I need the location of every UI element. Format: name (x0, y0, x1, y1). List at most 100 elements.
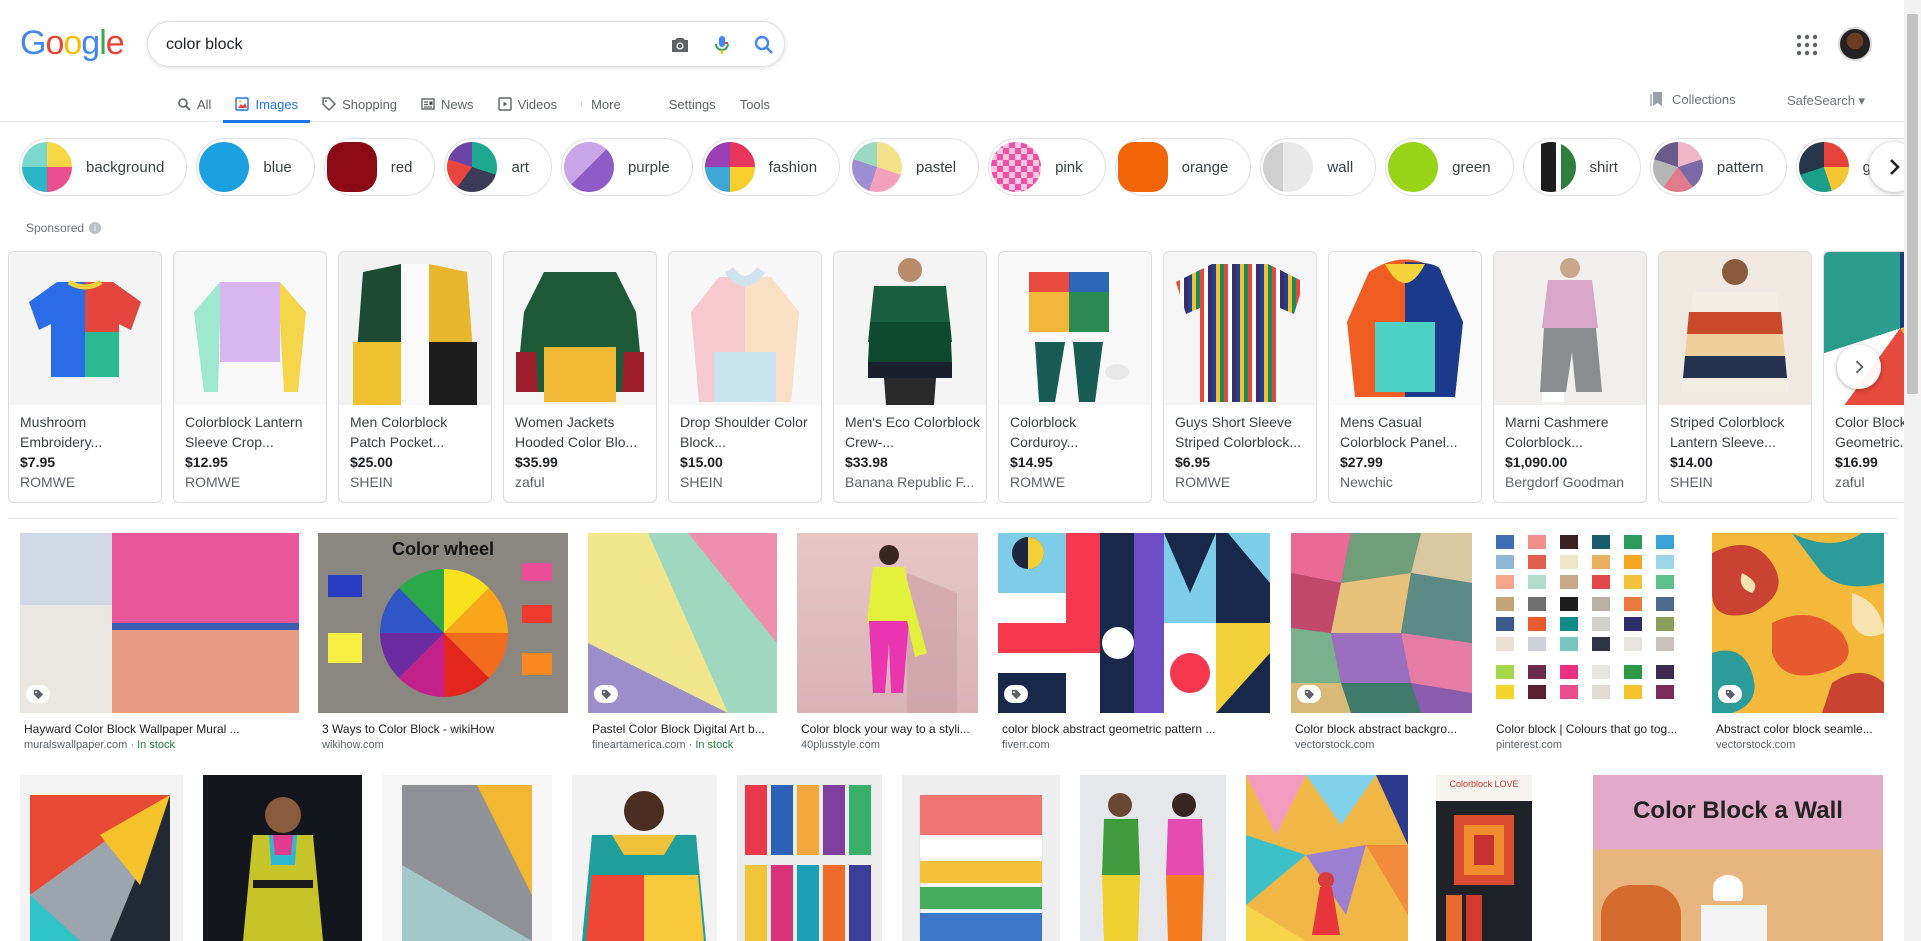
chip-orange[interactable]: orange (1114, 138, 1252, 196)
product-card[interactable]: Women Jackets Hooded Color Blo... $35.99… (503, 251, 657, 503)
camera-icon[interactable] (668, 33, 692, 57)
image-result[interactable]: Colorblock LOVE (1436, 775, 1532, 941)
shopping-carousel: Mushroom Embroidery... $7.95 ROMWE Color… (8, 251, 1913, 503)
image-result[interactable] (1246, 775, 1408, 941)
microphone-icon[interactable] (710, 33, 734, 57)
product-card[interactable]: Colorblock Corduroy... $14.95 ROMWE (998, 251, 1152, 503)
image-result[interactable]: Color block your way to a styli... 40plu… (797, 533, 978, 758)
product-card[interactable]: Men's Eco Colorblock Crew-... $33.98 Ban… (833, 251, 987, 503)
image-result[interactable]: Color block | Colours that go tog... pin… (1492, 533, 1691, 758)
result-image (1080, 775, 1226, 941)
image-icon (235, 97, 250, 111)
chip-label: fashion (768, 158, 818, 176)
result-image (382, 775, 552, 941)
tab-label: Images (255, 96, 299, 112)
avatar[interactable] (1838, 27, 1872, 61)
chip-label: pink (1055, 158, 1083, 176)
product-image (1164, 252, 1316, 405)
chip-label: background (86, 158, 165, 176)
section-divider (8, 518, 1898, 519)
safesearch-dropdown[interactable]: SafeSearch ▾ (1787, 93, 1865, 109)
chip-blue[interactable]: blue (196, 138, 315, 196)
header: Google All Images Shopping News (0, 0, 1921, 123)
image-result[interactable]: Pastel Color Block Digital Art b... fine… (588, 533, 777, 758)
safesearch-label: SafeSearch (1787, 93, 1855, 108)
tab-label: Shopping (342, 96, 398, 112)
tab-images[interactable]: Images (223, 86, 310, 123)
result-source: vectorstock.com (1716, 739, 1795, 751)
result-title: Pastel Color Block Digital Art b... (592, 722, 765, 736)
product-card[interactable]: Mushroom Embroidery... $7.95 ROMWE (8, 251, 162, 503)
image-result[interactable]: Hayward Color Block Wallpaper Mural ... … (20, 533, 299, 758)
product-card[interactable]: Colorblock Lantern Sleeve Crop... $12.95… (173, 251, 327, 503)
tab-news[interactable]: News (409, 86, 486, 122)
result-domain: vectorstock.com (1295, 739, 1375, 751)
page-scrollbar[interactable] (1904, 0, 1921, 941)
image-result[interactable] (382, 775, 552, 941)
chip-pastel[interactable]: pastel (849, 138, 980, 196)
settings-link[interactable]: Settings (657, 86, 728, 122)
info-icon[interactable]: i (89, 222, 102, 234)
search-icon[interactable] (752, 33, 776, 57)
tab-more[interactable]: More (569, 86, 633, 122)
product-seller: Bergdorf Goodman (1505, 474, 1625, 490)
product-image (834, 252, 986, 405)
image-result[interactable]: Color Block a Wall (1593, 775, 1883, 941)
product-title: Men Colorblock Patch Pocket... (350, 414, 448, 450)
tab-all[interactable]: All (165, 86, 223, 122)
image-result[interactable] (20, 775, 183, 941)
image-result[interactable] (572, 775, 717, 941)
more-vert-icon (581, 102, 583, 106)
chip-shirt[interactable]: shirt (1522, 138, 1641, 196)
result-image: Colorblock LOVE (1436, 775, 1532, 941)
image-result[interactable] (1080, 775, 1226, 941)
collections-link[interactable]: Collections (1650, 91, 1736, 107)
chip-label: green (1452, 158, 1491, 176)
chip-label: pastel (916, 158, 957, 176)
result-source: fineartamerica.com · In stock (592, 739, 734, 751)
product-card[interactable]: Drop Shoulder Color Block... $15.00 SHEI… (668, 251, 822, 503)
google-logo[interactable]: Google (20, 24, 125, 63)
scrollbar-thumb[interactable] (1907, 14, 1918, 394)
product-card[interactable]: Men Colorblock Patch Pocket... $25.00 SH… (338, 251, 492, 503)
chip-thumbnail (447, 142, 498, 192)
tab-shopping[interactable]: Shopping (310, 86, 409, 122)
chip-red[interactable]: red (323, 138, 436, 196)
image-overlay-text: Color Block a Wall (1633, 797, 1843, 824)
chip-wall[interactable]: wall (1260, 138, 1377, 196)
product-card[interactable]: Marni Cashmere Colorblock... $1,090.00 B… (1493, 251, 1647, 503)
product-price: $33.98 (845, 454, 888, 470)
tab-videos[interactable]: Videos (486, 86, 570, 122)
chip-background[interactable]: background (19, 138, 188, 196)
chip-fashion[interactable]: fashion (701, 138, 841, 196)
chip-purple[interactable]: purple (560, 138, 693, 196)
product-card[interactable]: Guys Short Sleeve Striped Colorblock... … (1163, 251, 1317, 503)
chip-label: purple (627, 158, 670, 176)
product-seller: zaful (515, 474, 545, 490)
search-input[interactable] (166, 32, 626, 58)
image-result[interactable]: color block abstract geometric pattern .… (998, 533, 1270, 758)
result-image (588, 533, 777, 713)
product-tag-icon (26, 685, 50, 703)
chip-pattern[interactable]: pattern (1649, 138, 1787, 196)
product-card[interactable]: Striped Colorblock Lantern Sleeve... $14… (1658, 251, 1812, 503)
tools-link[interactable]: Tools (728, 86, 782, 122)
chip-green[interactable]: green (1385, 138, 1514, 196)
apps-grid-icon[interactable] (1796, 34, 1818, 56)
image-result[interactable] (737, 775, 882, 941)
result-image (737, 775, 882, 941)
products-next-button[interactable] (1837, 345, 1881, 389)
chip-art[interactable]: art (444, 138, 552, 196)
result-image (902, 775, 1060, 941)
image-result[interactable] (902, 775, 1060, 941)
image-result[interactable]: Color wheel 3 Ways to Color Block - wiki… (318, 533, 568, 758)
product-price: $15.00 (680, 454, 723, 470)
bookmark-icon (1650, 92, 1662, 106)
image-result[interactable]: Color block abstract backgro... vectorst… (1291, 533, 1472, 758)
chip-pink[interactable]: pink (988, 138, 1106, 196)
image-result[interactable]: Abstract color block seamle... vectorsto… (1712, 533, 1884, 758)
product-price: $14.00 (1670, 454, 1713, 470)
product-card[interactable]: Mens Casual Colorblock Panel... $27.99 N… (1328, 251, 1482, 503)
image-result[interactable] (203, 775, 362, 941)
chip-thumbnail (22, 142, 72, 192)
